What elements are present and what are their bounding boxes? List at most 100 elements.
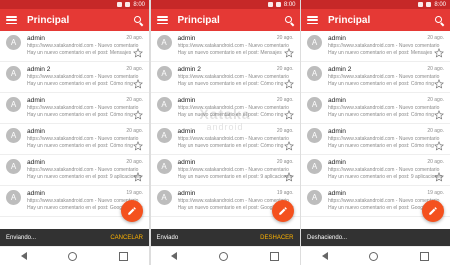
list-item[interactable]: A admin https://www.xatakandroid.com - N… xyxy=(150,124,300,155)
message-date: 20 ago. xyxy=(276,97,294,103)
snackbar: Enviado DESHACER xyxy=(150,229,300,247)
star-icon[interactable] xyxy=(133,169,143,182)
message-date: 20 ago. xyxy=(276,35,294,41)
phone-screen-1: 8:00 Principal A admin https://www.xatak… xyxy=(0,0,149,265)
star-icon[interactable] xyxy=(434,76,444,89)
search-icon[interactable] xyxy=(134,15,143,25)
list-item[interactable]: A admin 2 https://www.xatakandroid.com -… xyxy=(301,62,450,93)
phone-screen-3: 8:00 Principal A admin https://www.xatak… xyxy=(301,0,450,265)
signal-icon xyxy=(418,2,424,7)
star-icon[interactable] xyxy=(283,107,294,120)
pencil-icon xyxy=(278,207,287,215)
star-icon[interactable] xyxy=(283,169,294,182)
message-date: 20 ago. xyxy=(126,97,143,103)
search-icon[interactable] xyxy=(435,15,444,25)
battery-icon xyxy=(275,2,281,7)
recent-apps-icon[interactable] xyxy=(420,251,430,261)
message-line-2: Hay un nuevo comentario en el post: Mens… xyxy=(27,49,132,56)
message-line-2: Hay un nuevo comentario en el post: Cómo… xyxy=(328,111,434,118)
message-date: 19 ago. xyxy=(126,190,143,196)
message-line-2: Hay un nuevo comentario en el post: Cómo… xyxy=(328,80,434,87)
signal-icon xyxy=(267,2,273,7)
menu-icon[interactable] xyxy=(6,16,17,24)
message-line-2: Hay un nuevo comentario en el post: Cómo… xyxy=(177,80,284,87)
list-item[interactable]: A admin https://www.xatakandroid.com - N… xyxy=(0,124,149,155)
menu-icon[interactable] xyxy=(156,16,168,24)
message-line-1: https://www.xatakandroid.com - Nuevo com… xyxy=(328,74,440,80)
message-list: A admin https://www.xatakandroid.com - N… xyxy=(301,31,450,229)
home-icon[interactable] xyxy=(218,251,228,261)
star-icon[interactable] xyxy=(434,45,444,58)
list-item[interactable]: A admin https://www.xatakandroid.com - N… xyxy=(301,31,450,62)
battery-icon xyxy=(125,2,131,7)
app-bar: Principal xyxy=(150,9,300,31)
app-bar: Principal xyxy=(0,9,149,31)
snackbar-action-button[interactable]: DESHACER xyxy=(260,235,293,241)
list-item[interactable]: A admin 2 https://www.xatakandroid.com -… xyxy=(150,62,300,93)
message-date: 20 ago. xyxy=(427,35,444,41)
message-date: 20 ago. xyxy=(427,159,444,165)
avatar: A xyxy=(307,190,322,205)
home-icon[interactable] xyxy=(369,251,379,261)
list-item[interactable]: A admin https://www.xatakandroid.com - N… xyxy=(0,155,149,186)
recent-apps-icon[interactable] xyxy=(119,251,129,261)
star-icon[interactable] xyxy=(283,138,294,151)
message-list: A admin https://www.xatakandroid.com - N… xyxy=(0,31,149,229)
list-item[interactable]: A admin https://www.xatakandroid.com - N… xyxy=(0,31,149,62)
message-line-1: https://www.xatakandroid.com - Nuevo com… xyxy=(27,136,139,142)
message-line-2: Hay un nuevo comentario en el post: Cómo… xyxy=(177,111,284,118)
message-date: 19 ago. xyxy=(276,190,294,196)
message-line-1: https://www.xatakandroid.com - Nuevo com… xyxy=(27,43,139,49)
status-bar: 8:00 xyxy=(301,0,450,9)
snackbar-text: Deshaciendo... xyxy=(307,235,348,241)
avatar: A xyxy=(156,35,172,50)
avatar: A xyxy=(6,159,21,174)
message-list: A admin https://www.xatakandroid.com - N… xyxy=(150,31,300,229)
list-item[interactable]: A admin 2 https://www.xatakandroid.com -… xyxy=(0,62,149,93)
avatar: A xyxy=(6,190,21,205)
list-item[interactable]: A admin https://www.xatakandroid.com - N… xyxy=(150,93,300,124)
message-line-1: https://www.xatakandroid.com - Nuevo com… xyxy=(27,167,139,173)
message-line-1: https://www.xatakandroid.com - Nuevo com… xyxy=(27,74,139,80)
message-line-1: https://www.xatakandroid.com - Nuevo com… xyxy=(328,136,440,142)
nav-bar xyxy=(150,246,300,265)
screenshot-collage: 8:00 Principal A admin https://www.xatak… xyxy=(0,0,450,265)
back-icon[interactable] xyxy=(171,252,178,260)
avatar: A xyxy=(307,159,322,174)
star-icon[interactable] xyxy=(434,169,444,182)
home-icon[interactable] xyxy=(68,251,78,261)
message-line-2: Hay un nuevo comentario en el post: Cómo… xyxy=(177,142,284,149)
message-date: 19 ago. xyxy=(427,190,444,196)
message-date: 20 ago. xyxy=(276,128,294,134)
message-line-2: Hay un nuevo comentario en el post: Mens… xyxy=(177,49,282,56)
list-item[interactable]: A admin https://www.xatakandroid.com - N… xyxy=(150,155,300,186)
compose-fab[interactable] xyxy=(271,200,294,222)
star-icon[interactable] xyxy=(133,76,143,89)
list-item[interactable]: A admin https://www.xatakandroid.com - N… xyxy=(0,93,149,124)
compose-fab[interactable] xyxy=(121,200,143,222)
star-icon[interactable] xyxy=(434,107,444,120)
message-line-2: Hay un nuevo comentario en el post: Mens… xyxy=(328,49,433,56)
back-icon[interactable] xyxy=(321,252,328,260)
star-icon[interactable] xyxy=(283,76,294,89)
star-icon[interactable] xyxy=(434,138,444,151)
list-item[interactable]: A admin https://www.xatakandroid.com - N… xyxy=(301,155,450,186)
snackbar-action-button[interactable]: CANCELAR xyxy=(110,235,143,241)
message-line-1: https://www.xatakandroid.com - Nuevo com… xyxy=(177,136,289,142)
star-icon[interactable] xyxy=(133,107,143,120)
message-date: 20 ago. xyxy=(276,66,294,72)
star-icon[interactable] xyxy=(133,138,143,151)
recent-apps-icon[interactable] xyxy=(269,251,279,261)
star-icon[interactable] xyxy=(283,45,294,58)
back-icon[interactable] xyxy=(20,252,27,260)
list-item[interactable]: A admin https://www.xatakandroid.com - N… xyxy=(301,93,450,124)
list-item[interactable]: A admin https://www.xatakandroid.com - N… xyxy=(150,31,300,62)
search-icon[interactable] xyxy=(284,15,294,25)
signal-icon xyxy=(117,2,123,7)
menu-icon[interactable] xyxy=(307,16,318,24)
list-item[interactable]: A admin https://www.xatakandroid.com - N… xyxy=(301,124,450,155)
star-icon[interactable] xyxy=(133,45,143,58)
avatar: A xyxy=(6,128,21,143)
snackbar-text: Enviado xyxy=(156,235,179,241)
compose-fab[interactable] xyxy=(422,200,444,222)
